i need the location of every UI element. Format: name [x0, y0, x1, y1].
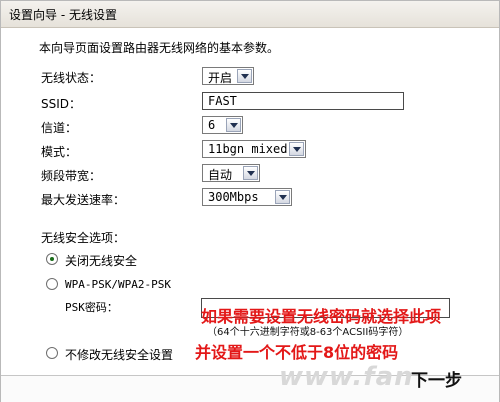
security-nochange-label: 不修改无线安全设置 — [65, 348, 174, 362]
chevron-down-icon — [226, 118, 241, 132]
security-disable-radio[interactable] — [46, 253, 58, 265]
wireless-status-label: 无线状态： — [41, 71, 102, 85]
ssid-value: FAST — [208, 94, 237, 108]
bandwidth-value: 自动 — [208, 168, 233, 182]
wireless-status-value: 开启 — [208, 71, 233, 85]
psk-password-label: PSK密码： — [65, 301, 118, 314]
chevron-down-icon — [243, 166, 258, 180]
channel-value: 6 — [208, 118, 216, 132]
ssid-label: SSID： — [41, 97, 82, 111]
mode-label: 模式： — [41, 145, 78, 159]
watermark-text: www.fan — [279, 362, 414, 392]
wizard-window: 设置向导 - 无线设置 本向导页面设置路由器无线网络的基本参数。 无线状态： 开… — [0, 0, 500, 402]
security-nochange-radio[interactable] — [46, 347, 58, 359]
annotation-line-3: 并设置一个不低于8位的密码 — [195, 343, 399, 362]
chevron-down-icon — [275, 190, 290, 204]
security-disable-label: 关闭无线安全 — [65, 254, 138, 268]
next-button[interactable]: 下一步 — [411, 366, 462, 391]
security-wpa-radio[interactable] — [46, 278, 58, 290]
chevron-down-icon — [237, 69, 252, 83]
security-wpa-label: WPA-PSK/WPA2-PSK — [65, 278, 171, 291]
max-rate-label: 最大发送速率： — [41, 193, 126, 207]
security-heading: 无线安全选项： — [41, 231, 126, 245]
max-rate-select[interactable]: 300Mbps — [202, 188, 292, 206]
mode-select[interactable]: 11bgn mixed — [202, 140, 306, 158]
wireless-status-select[interactable]: 开启 — [202, 67, 254, 85]
ssid-input[interactable]: FAST — [202, 92, 404, 110]
channel-label: 信道： — [41, 121, 78, 135]
chevron-down-icon — [289, 142, 304, 156]
intro-text: 本向导页面设置路由器无线网络的基本参数。 — [39, 41, 280, 55]
max-rate-value: 300Mbps — [208, 190, 259, 204]
bandwidth-label: 频段带宽： — [41, 169, 102, 183]
annotation-line-2: （64个十六进制字符或8-63个ACSII码字符） — [207, 327, 409, 338]
bandwidth-select[interactable]: 自动 — [202, 164, 260, 182]
mode-value: 11bgn mixed — [208, 142, 288, 156]
channel-select[interactable]: 6 — [202, 116, 243, 134]
title-bar: 设置向导 - 无线设置 — [1, 1, 499, 28]
page-title: 设置向导 - 无线设置 — [9, 8, 117, 22]
